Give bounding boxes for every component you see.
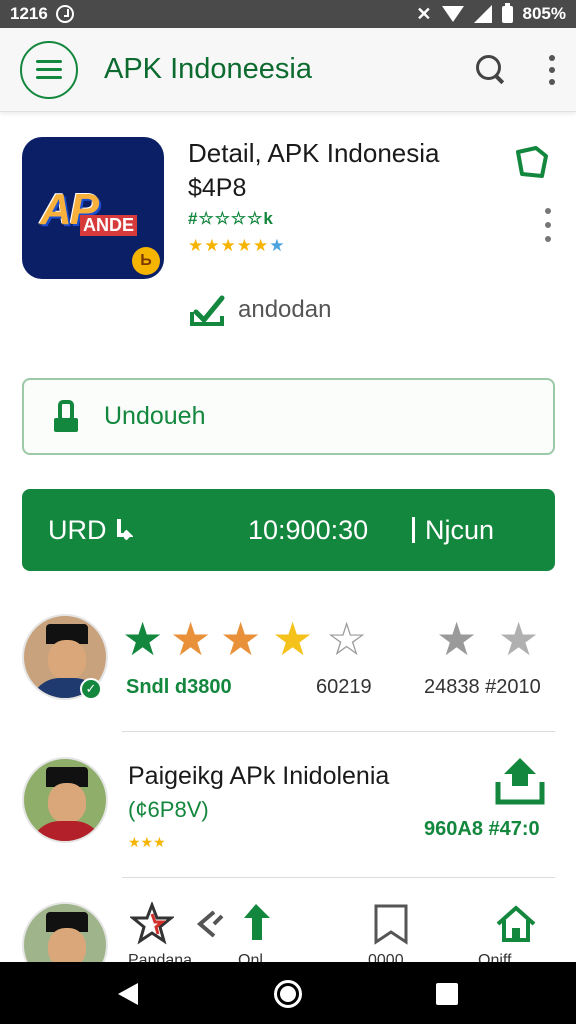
divider bbox=[122, 731, 555, 732]
rating-star-2[interactable]: ★ bbox=[170, 616, 211, 662]
item-overflow-icon[interactable] bbox=[544, 208, 552, 242]
lock-icon bbox=[54, 399, 78, 432]
download-bar[interactable]: URD 10:900:30 Njcun bbox=[22, 489, 555, 571]
overflow-menu-icon[interactable] bbox=[548, 54, 556, 85]
app-tagline: #☆☆☆☆k bbox=[188, 209, 274, 228]
alarm-icon bbox=[55, 5, 74, 23]
app-bar-title: APK Indoneesia bbox=[104, 53, 312, 85]
rating-star-4[interactable]: ★ bbox=[272, 616, 313, 662]
install-outline-label: Undoueh bbox=[104, 402, 206, 430]
download-bar-left-label: URD bbox=[48, 514, 107, 545]
verified-check-icon bbox=[190, 295, 225, 326]
bookmark-icon[interactable] bbox=[370, 902, 414, 946]
search-icon[interactable] bbox=[474, 53, 508, 87]
rating-star-6[interactable]: ★ bbox=[436, 616, 477, 662]
post-stars: ★★★ bbox=[128, 834, 166, 850]
battery-icon bbox=[501, 2, 513, 23]
menu-button[interactable] bbox=[20, 40, 78, 99]
status-bar: 1216 ✕ 805% bbox=[0, 0, 576, 28]
app-icon-badge: Ь bbox=[132, 247, 160, 275]
rating-star-7[interactable]: ★ bbox=[498, 616, 539, 662]
app-icon-sublabel: ANDE bbox=[80, 215, 138, 236]
download-bar-time: 10:900:30 bbox=[248, 514, 369, 545]
rating-right-text: 24838 #2010 bbox=[424, 676, 541, 698]
status-time: 1216 bbox=[10, 4, 48, 23]
post-title: Paigeikg APk Inidolenia bbox=[128, 762, 390, 790]
rating-mid-text: 60219 bbox=[316, 676, 372, 698]
rating-star-1[interactable]: ★ bbox=[122, 616, 163, 662]
home-button-icon[interactable] bbox=[274, 980, 302, 1008]
post-subtitle: (¢6P8V) bbox=[128, 797, 209, 822]
signal-icon bbox=[473, 5, 492, 23]
menu-icon bbox=[36, 59, 62, 80]
app-price: $4P8 bbox=[188, 174, 247, 202]
upload-arrow-icon[interactable] bbox=[238, 902, 282, 946]
home-icon[interactable] bbox=[494, 902, 538, 946]
screen: 1216 ✕ 805% APK Indoneesia AP ANDE Ь Det… bbox=[0, 0, 576, 1024]
wifi-icon bbox=[441, 6, 464, 22]
reviewer-avatar-2[interactable] bbox=[22, 757, 108, 843]
app-rating-stars: ★★★★★★ bbox=[188, 236, 285, 256]
share-arrow-icon[interactable] bbox=[192, 902, 236, 946]
rating-stars-filled: ★★★★★ bbox=[188, 236, 270, 255]
install-outline-button[interactable]: Undoueh bbox=[22, 378, 555, 455]
download-inbox-icon[interactable] bbox=[494, 756, 546, 806]
back-icon[interactable] bbox=[118, 983, 138, 1005]
rating-star-3[interactable]: ★ bbox=[220, 616, 261, 662]
share-icon[interactable] bbox=[512, 142, 552, 182]
system-nav-bar bbox=[0, 962, 576, 1024]
app-name: Detail, APK Indonesia bbox=[188, 138, 440, 168]
mute-icon: ✕ bbox=[416, 3, 432, 24]
recents-icon[interactable] bbox=[436, 983, 458, 1005]
online-badge-icon: ✓ bbox=[80, 678, 102, 700]
rating-left-text: Sndl d3800 bbox=[126, 676, 232, 698]
app-icon: AP ANDE Ь bbox=[22, 137, 164, 279]
post-right-text: 960A8 #47:0 bbox=[424, 818, 540, 840]
rating-star-5[interactable]: ☆ bbox=[326, 616, 367, 662]
download-arrow-icon bbox=[116, 519, 133, 541]
app-bar: APK Indoneesia bbox=[0, 28, 576, 112]
battery-level: 805% bbox=[522, 4, 566, 23]
developer-name: andodan bbox=[238, 296, 332, 323]
download-bar-divider bbox=[412, 517, 415, 543]
download-bar-right-label: Njcun bbox=[425, 514, 495, 545]
divider bbox=[122, 877, 555, 878]
rating-star-extra: ★ bbox=[269, 236, 286, 255]
star-outline-icon[interactable] bbox=[130, 902, 174, 946]
developer-row[interactable]: andodan bbox=[188, 292, 331, 328]
